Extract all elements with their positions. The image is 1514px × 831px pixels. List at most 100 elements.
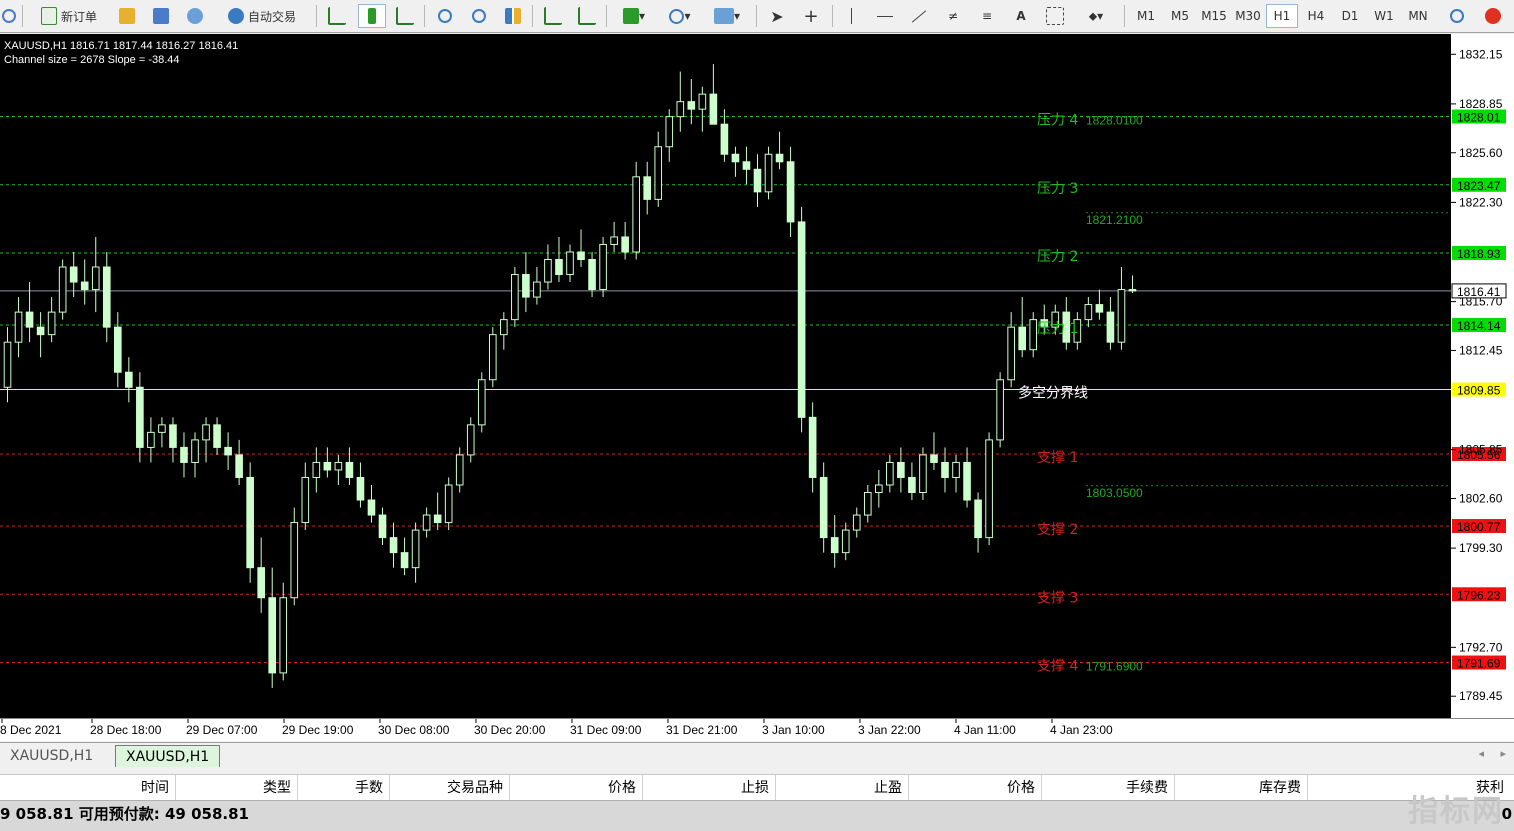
candlestick-chart-icon[interactable]	[358, 4, 386, 28]
candle	[511, 267, 519, 328]
trendline-icon[interactable]	[906, 4, 932, 28]
time-label-1: 28 Dec 18:00	[90, 723, 162, 737]
text-label-icon[interactable]	[1042, 4, 1068, 28]
tile-windows-icon[interactable]	[500, 4, 526, 28]
equidistant-channel-icon[interactable]: ≠	[940, 4, 966, 28]
new-order-button[interactable]: 新订单	[30, 4, 108, 28]
time-label-3: 29 Dec 19:00	[282, 723, 354, 737]
chart-canvas[interactable]: XAUUSD,H1 1816.71 1817.44 1816.27 1816.4…	[0, 34, 1514, 719]
navigator-icon[interactable]	[182, 4, 208, 28]
channel-value-0: 1821.2100	[1086, 213, 1143, 227]
column-header-1[interactable]: 类型	[176, 775, 298, 801]
time-label-2: 29 Dec 07:00	[186, 723, 258, 737]
auto-scroll-icon[interactable]	[540, 4, 566, 28]
fibonacci-icon[interactable]: ≡	[974, 4, 1000, 28]
level-label-7: 支撑 3	[1037, 590, 1078, 606]
time-label-10: 4 Jan 11:00	[954, 723, 1016, 737]
level-label-5: 支撑 1	[1037, 450, 1078, 466]
candle	[290, 507, 299, 606]
vertical-line-icon[interactable]	[838, 4, 864, 28]
text-tool-icon[interactable]: A	[1008, 4, 1034, 28]
price-tick-6: 1805.85	[1459, 443, 1503, 457]
level-label-2: 压力 2	[1037, 249, 1078, 265]
timeframe-mn[interactable]: MN	[1402, 4, 1434, 28]
notifications-icon[interactable]	[1478, 4, 1508, 28]
periods-dropdown[interactable]: ▾	[660, 4, 700, 28]
line-chart-icon[interactable]	[392, 4, 418, 28]
price-tick-5: 1812.45	[1459, 343, 1503, 357]
channel-value-1: 1803.0500	[1086, 486, 1143, 500]
column-header-2[interactable]: 手数	[298, 775, 390, 801]
column-header-0[interactable]: 时间	[0, 775, 176, 801]
candle	[996, 372, 1004, 448]
time-label-7: 31 Dec 21:00	[666, 723, 738, 737]
zoom-tool-icon[interactable]	[0, 4, 18, 28]
timeframe-m5[interactable]: M5	[1164, 4, 1196, 28]
level-value-8: 1791.6900	[1086, 660, 1143, 674]
watermark-logo: 指标网	[1408, 794, 1504, 829]
bar-chart-icon[interactable]	[324, 4, 350, 28]
time-label-5: 30 Dec 20:00	[474, 723, 546, 737]
time-label-0: 8 Dec 2021	[0, 723, 62, 737]
tab-scroll-left-icon[interactable]: ◂	[1478, 747, 1484, 760]
column-header-8[interactable]: 手续费	[1042, 775, 1175, 801]
price-chart[interactable]: XAUUSD,H1 1816.71 1817.44 1816.27 1816.4…	[0, 34, 1514, 719]
symbol-tab-1[interactable]: XAUUSD,H1	[0, 745, 103, 767]
arrows-dropdown[interactable]: ⬥▾	[1076, 4, 1116, 28]
candle	[444, 477, 453, 531]
level-value-0: 1828.0100	[1086, 114, 1143, 128]
timeframe-d1[interactable]: D1	[1334, 4, 1366, 28]
templates-dropdown[interactable]: ▾	[706, 4, 748, 28]
column-header-4[interactable]: 价格	[510, 775, 643, 801]
column-header-9[interactable]: 库存费	[1175, 775, 1308, 801]
cursor-icon[interactable]: ➤	[764, 4, 790, 28]
zoom-out-icon[interactable]	[466, 4, 492, 28]
toolbar: 新订单 自动交易 ▾ ▾ ▾ ➤ + ≠ ≡ A ⬥▾ M1 M5 M15 M30 H1…	[0, 0, 1514, 33]
candle	[919, 447, 927, 501]
level-tag-1: 1823.47	[1457, 179, 1501, 193]
level-label-1: 压力 3	[1037, 181, 1078, 197]
level-label-3: 压力 1	[1037, 321, 1078, 337]
auto-trading-button[interactable]: 自动交易	[214, 4, 310, 28]
price-tick-0: 1832.15	[1459, 47, 1503, 61]
search-icon[interactable]	[1444, 4, 1470, 28]
timeframe-m15[interactable]: M15	[1198, 4, 1230, 28]
symbol-tab-2[interactable]: XAUUSD,H1	[115, 745, 221, 767]
time-axis-band: 8 Dec 2021 28 Dec 18:00 29 Dec 07:00 29 Dec…	[0, 719, 1514, 741]
chart-shift-icon[interactable]	[574, 4, 600, 28]
column-header-7[interactable]: 价格	[909, 775, 1042, 801]
level-tag-4: 1809.85	[1457, 384, 1501, 398]
zoom-in-icon[interactable]	[432, 4, 458, 28]
level-tag-2: 1818.93	[1457, 247, 1501, 261]
data-window-icon[interactable]	[148, 4, 174, 28]
market-watch-icon[interactable]	[114, 4, 140, 28]
level-label-6: 支撑 2	[1037, 522, 1078, 538]
timeframe-m1[interactable]: M1	[1130, 4, 1162, 28]
time-label-8: 3 Jan 10:00	[762, 723, 825, 737]
timeframe-h1[interactable]: H1	[1266, 4, 1298, 28]
candle	[279, 582, 288, 681]
time-label-11: 4 Jan 23:00	[1050, 723, 1113, 737]
price-tick-7: 1802.60	[1459, 492, 1503, 506]
price-tick-1: 1828.85	[1459, 97, 1503, 111]
timeframe-w1[interactable]: W1	[1368, 4, 1400, 28]
candle	[58, 259, 67, 320]
candle	[764, 146, 773, 200]
price-tick-10: 1789.45	[1459, 689, 1503, 703]
column-header-6[interactable]: 止盈	[776, 775, 909, 801]
horizontal-line-icon[interactable]	[872, 4, 898, 28]
new-order-icon	[40, 7, 57, 25]
column-header-3[interactable]: 交易品种	[390, 775, 510, 801]
price-tick-9: 1792.70	[1459, 640, 1503, 654]
column-header-5[interactable]: 止损	[643, 775, 776, 801]
candle	[488, 327, 497, 388]
candle	[477, 372, 486, 433]
candle	[985, 432, 993, 546]
timeframe-h4[interactable]: H4	[1300, 4, 1332, 28]
crosshair-icon[interactable]: +	[798, 4, 824, 28]
level-label-0: 压力 4	[1037, 113, 1078, 129]
time-label-4: 30 Dec 08:00	[378, 723, 450, 737]
timeframe-m30[interactable]: M30	[1232, 4, 1264, 28]
tab-scroll-right-icon[interactable]: ▸	[1500, 747, 1506, 760]
indicators-dropdown[interactable]: ▾	[614, 4, 654, 28]
